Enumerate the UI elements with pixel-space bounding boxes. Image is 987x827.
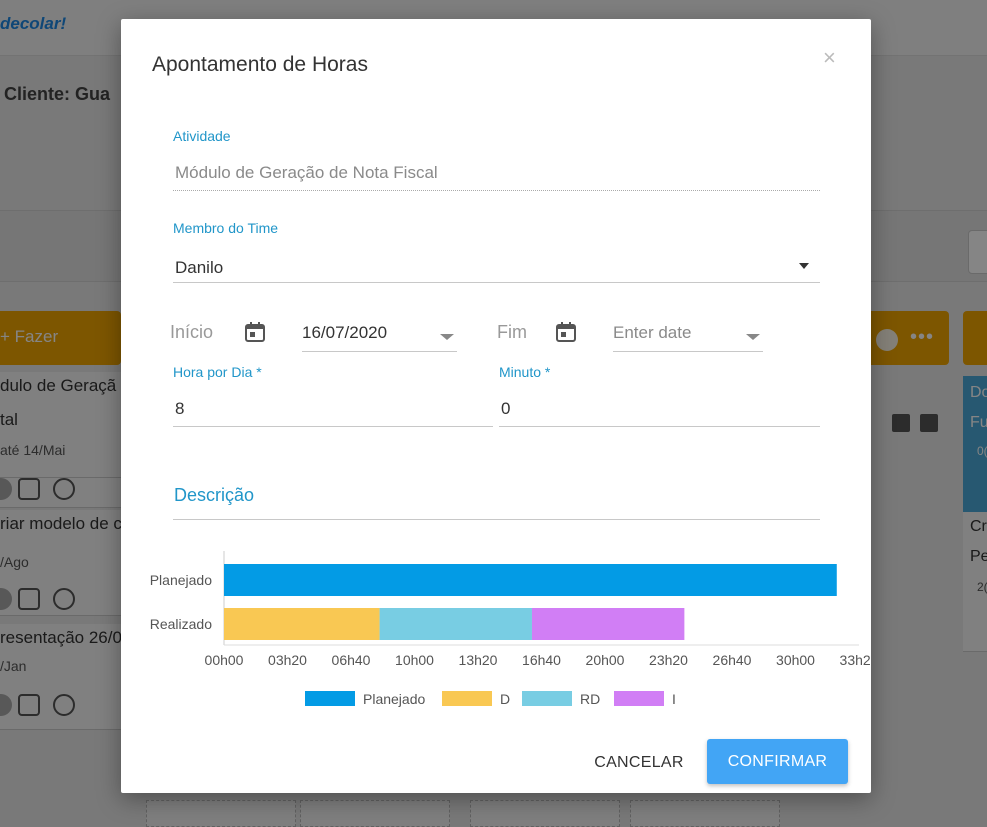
x-tick-label: 00h00 bbox=[205, 652, 244, 668]
bar-i-realizado[interactable] bbox=[531, 608, 685, 640]
calendar-icon[interactable] bbox=[554, 320, 578, 344]
activity-underline bbox=[173, 190, 820, 191]
category-label: Planejado bbox=[150, 572, 212, 588]
end-date-underline bbox=[613, 351, 763, 352]
legend-label: D bbox=[500, 691, 510, 707]
x-tick-label: 26h40 bbox=[713, 652, 752, 668]
dialog-title: Apontamento de Horas bbox=[152, 53, 368, 76]
start-date-underline bbox=[302, 351, 457, 352]
member-select[interactable]: Danilo bbox=[175, 258, 820, 284]
chevron-down-icon[interactable] bbox=[799, 263, 809, 269]
minutes-label: Minuto * bbox=[499, 364, 550, 380]
bar-d-realizado[interactable] bbox=[224, 608, 380, 640]
legend-label: I bbox=[672, 691, 676, 707]
minutes-input[interactable]: 0 bbox=[501, 399, 820, 425]
legend-swatch-d[interactable] bbox=[442, 691, 492, 706]
end-date-placeholder: Enter date bbox=[613, 323, 692, 342]
x-tick-label: 33h20 bbox=[840, 652, 871, 668]
legend-swatch-rd[interactable] bbox=[522, 691, 572, 706]
confirm-button[interactable]: CONFIRMAR bbox=[707, 739, 848, 784]
x-tick-label: 23h20 bbox=[649, 652, 688, 668]
bar-rd-realizado[interactable] bbox=[379, 608, 532, 640]
x-tick-label: 13h20 bbox=[459, 652, 498, 668]
x-tick-label: 30h00 bbox=[776, 652, 815, 668]
cancel-button[interactable]: CANCELAR bbox=[589, 748, 689, 778]
x-tick-label: 06h40 bbox=[332, 652, 371, 668]
activity-field: Módulo de Geração de Nota Fiscal bbox=[175, 163, 438, 182]
hours-underline bbox=[173, 426, 493, 427]
hours-per-day-label-text: Hora por Dia bbox=[173, 364, 253, 380]
minutes-label-text: Minuto bbox=[499, 364, 542, 380]
legend-label: Planejado bbox=[363, 691, 425, 707]
end-date-label: Fim bbox=[497, 322, 527, 342]
x-tick-label: 16h40 bbox=[522, 652, 561, 668]
calendar-icon[interactable] bbox=[243, 320, 267, 344]
end-date-input[interactable]: Enter date bbox=[613, 323, 763, 349]
minutes-underline bbox=[499, 426, 820, 427]
x-tick-label: 03h20 bbox=[268, 652, 307, 668]
required-mark: * bbox=[544, 364, 551, 380]
legend-label: RD bbox=[580, 691, 600, 707]
legend-swatch-planejado[interactable] bbox=[305, 691, 355, 706]
chevron-down-icon[interactable] bbox=[746, 334, 760, 340]
member-underline bbox=[173, 282, 820, 283]
chevron-down-icon[interactable] bbox=[440, 334, 454, 340]
time-entry-dialog: Apontamento de Horas × Atividade Módulo … bbox=[121, 19, 871, 793]
x-tick-label: 10h00 bbox=[395, 652, 434, 668]
minutes-value: 0 bbox=[501, 399, 511, 418]
description-underline[interactable] bbox=[173, 519, 820, 520]
description-label: Descrição bbox=[174, 485, 255, 505]
member-select-value: Danilo bbox=[175, 258, 224, 277]
hours-per-day-input[interactable]: 8 bbox=[175, 399, 493, 425]
close-icon[interactable]: × bbox=[823, 45, 836, 71]
activity-label: Atividade bbox=[173, 128, 231, 144]
start-date-value: 16/07/2020 bbox=[302, 323, 388, 342]
bar-planejado-planejado[interactable] bbox=[224, 564, 837, 596]
category-label: Realizado bbox=[150, 616, 212, 632]
start-date-label: Início bbox=[170, 322, 214, 342]
x-tick-label: 20h00 bbox=[586, 652, 625, 668]
hours-per-day-value: 8 bbox=[175, 399, 185, 418]
member-label: Membro do Time bbox=[173, 220, 279, 236]
hours-bar-chart: Planejado Realizado 00h00 03h20 06h40 10h00 1… bbox=[150, 551, 871, 707]
start-date-input[interactable]: 16/07/2020 bbox=[302, 323, 457, 349]
hours-per-day-label: Hora por Dia * bbox=[173, 364, 262, 380]
required-mark: * bbox=[256, 364, 262, 380]
legend-swatch-i[interactable] bbox=[614, 691, 664, 706]
